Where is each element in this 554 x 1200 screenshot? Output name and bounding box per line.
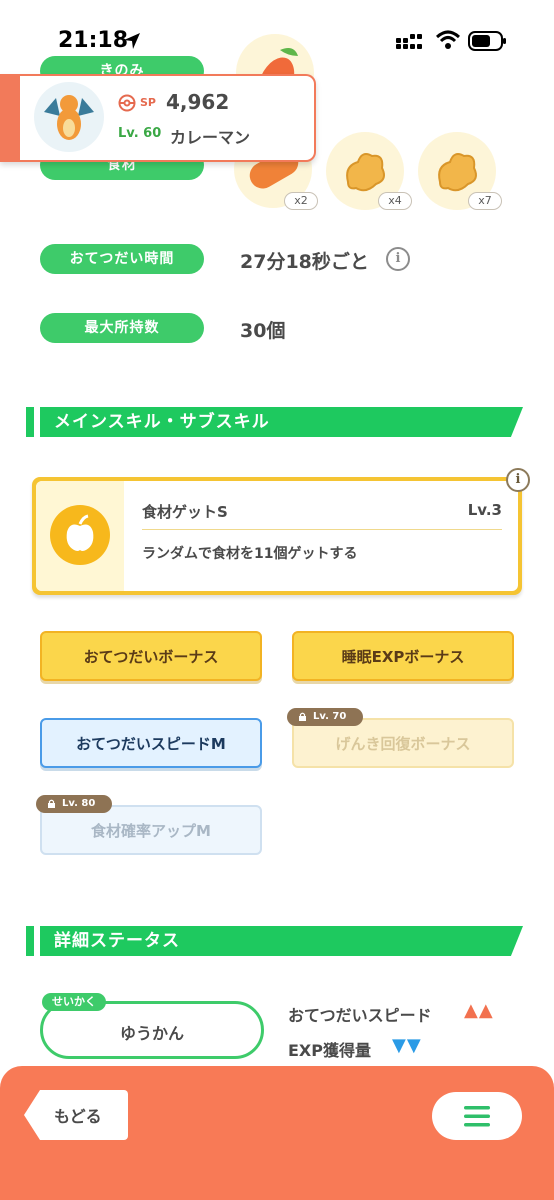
help-time-value: 27分18秒ごと [240, 251, 369, 273]
max-carry-label: 最大所持数 [40, 313, 204, 343]
sub-skill-helping-bonus[interactable]: おてつだいボーナス [40, 631, 262, 681]
main-skill-level: Lv.3 [467, 501, 502, 519]
back-button-label: もどる [54, 1107, 102, 1126]
stat-down-arrows: ▼▼ [392, 1035, 422, 1056]
stat-up-label: おてつだいスピード [288, 1006, 432, 1025]
nature-value: ゆうかん [119, 1024, 184, 1043]
stat-up-arrows: ▲▲ [464, 1000, 494, 1021]
sp-label: SP [140, 96, 156, 109]
main-skill-card[interactable]: 食材ゲットS Lv.3 ランダムで食材を11個ゲットする [32, 477, 522, 595]
main-skill-description: ランダムで食材を11個ゲットする [142, 546, 358, 562]
main-skill-name: 食材ゲットS [142, 503, 228, 521]
ingredient-count-1: x2 [284, 192, 318, 210]
menu-button[interactable] [432, 1092, 522, 1140]
battery-icon [468, 31, 506, 51]
lock-level-text: Lv. 80 [62, 798, 96, 809]
sub-skill-helping-speed-m[interactable]: おてつだいスピードM [40, 718, 262, 768]
help-time-info-icon[interactable]: i [386, 247, 410, 271]
sub-skill-sleep-exp-bonus[interactable]: 睡眠EXPボーナス [292, 631, 514, 681]
lock-level-tag: Lv. 80 [36, 795, 112, 813]
pokemon-level: Lv. 60 [118, 126, 162, 141]
nature-tag: せいかく [42, 993, 106, 1011]
wifi-icon [436, 30, 460, 49]
lock-icon [299, 712, 306, 721]
main-skill-info-icon[interactable]: i [506, 468, 530, 492]
lock-level-tag: Lv. 70 [287, 708, 363, 726]
ingredient-count-3: x7 [468, 192, 502, 210]
ingredient-count-2: x4 [378, 192, 412, 210]
main-skill-section-title: メインスキル・サブスキル [54, 412, 270, 432]
pokemon-name: カレーマン [170, 128, 251, 147]
sp-value: 4,962 [166, 90, 230, 114]
pokemon-avatar [34, 82, 104, 152]
pokemon-summary-card[interactable]: SP 4,962 Lv. 60 カレーマン [0, 74, 316, 162]
help-time-label: おてつだい時間 [40, 244, 204, 274]
divider [142, 529, 502, 530]
main-skill-section-header: メインスキル・サブスキル [26, 407, 523, 437]
detail-section-title: 詳細ステータス [54, 931, 180, 951]
detail-section-header: 詳細ステータス [26, 926, 523, 956]
location-arrow-icon [124, 33, 140, 49]
lock-level-text: Lv. 70 [313, 711, 347, 722]
stat-down-label: EXP獲得量 [288, 1041, 371, 1060]
charizard-icon [44, 95, 94, 140]
hamburger-menu-icon [464, 1106, 490, 1127]
cellular-signal-icon [396, 34, 422, 49]
skill-apple-icon [50, 505, 110, 565]
max-carry-value: 30個 [240, 320, 286, 342]
status-time: 21:18 [58, 28, 129, 53]
pokeball-icon [118, 94, 136, 112]
lock-icon [48, 799, 55, 808]
